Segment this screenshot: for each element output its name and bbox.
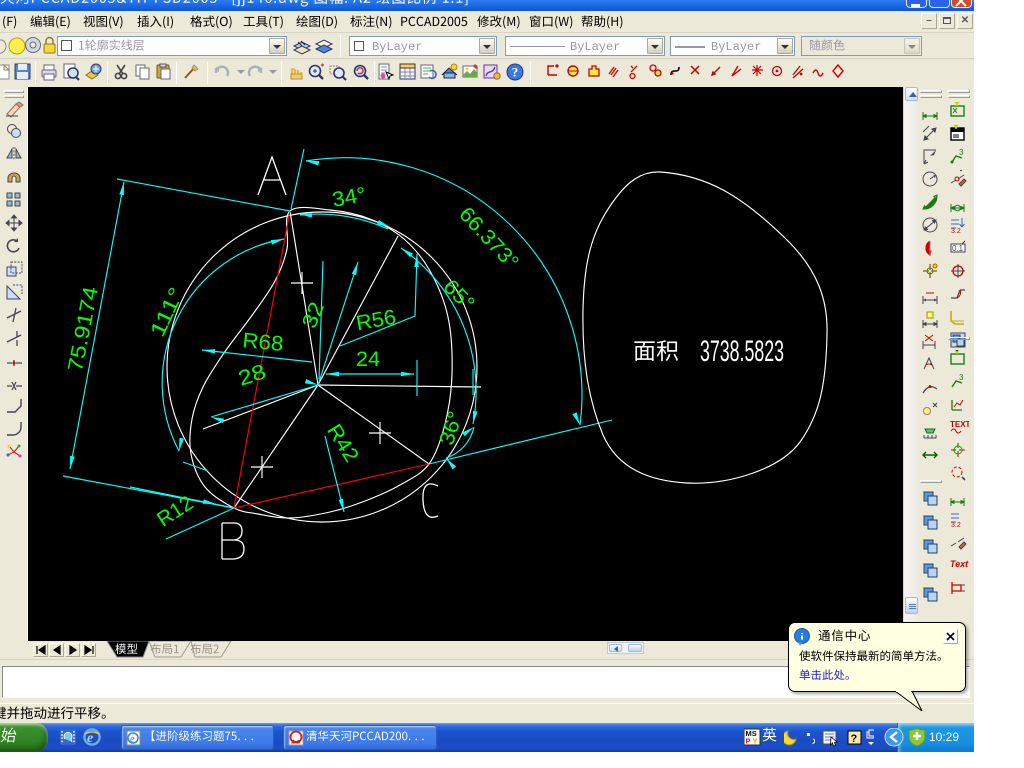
svg-text:3738.5823: 3738.5823 (700, 335, 784, 368)
svg-text:Y: Y (753, 737, 758, 746)
svg-text:?: ? (512, 65, 519, 80)
svg-text:24: 24 (356, 348, 380, 371)
svg-text:0.1: 0.1 (952, 244, 964, 253)
svg-text:65°: 65° (438, 275, 478, 315)
svg-text:R56: R56 (354, 306, 397, 336)
svg-text:R12: R12 (153, 491, 197, 531)
svg-text:3: 3 (959, 148, 964, 157)
svg-text:Text: Text (950, 559, 969, 569)
svg-text:P: P (746, 737, 751, 746)
svg-text:75.9174: 75.9174 (64, 284, 103, 373)
svg-text:66.373°: 66.373° (454, 203, 523, 274)
svg-text:R42: R42 (322, 420, 363, 466)
svg-text:36°: 36° (435, 408, 467, 447)
svg-text:28: 28 (235, 360, 269, 391)
svg-text:3.2: 3.2 (951, 228, 961, 235)
svg-text:R68: R68 (241, 329, 284, 356)
svg-text:34°: 34° (330, 183, 367, 212)
svg-text:32: 32 (298, 299, 329, 332)
svg-text:3: 3 (959, 373, 964, 382)
svg-text:3.2: 3.2 (951, 522, 961, 529)
svg-text:TEXT: TEXT (950, 420, 969, 429)
svg-text:e: e (130, 734, 135, 745)
svg-text:111°: 111° (146, 284, 189, 341)
svg-text:?: ? (851, 733, 858, 745)
